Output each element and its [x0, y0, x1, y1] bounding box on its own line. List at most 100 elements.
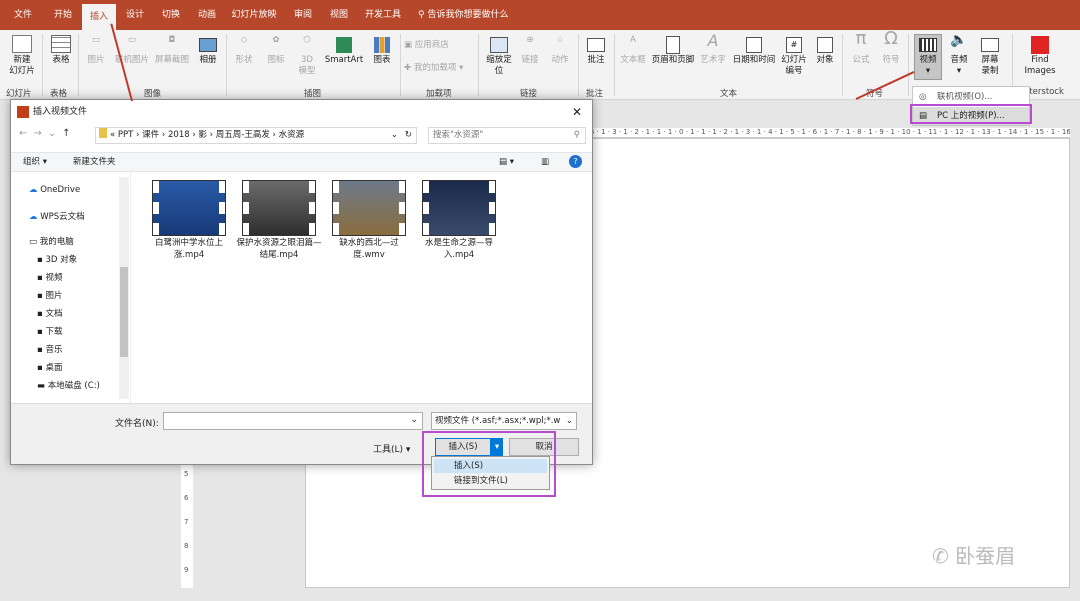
- nav-item-music[interactable]: ▪ 音乐: [37, 343, 62, 355]
- screenshot-button[interactable]: ◘ 屏幕截图: [152, 35, 192, 66]
- watermark: ✆ 卧蚕眉: [932, 544, 1016, 568]
- breadcrumb-item[interactable]: PPT: [118, 130, 133, 140]
- tab-view[interactable]: 视图: [322, 0, 356, 30]
- breadcrumb-item[interactable]: 课件: [142, 130, 159, 140]
- picture-icon: ▭: [91, 35, 101, 45]
- file-name: 缺水的西北—过度.wmv: [339, 238, 399, 260]
- tools-button[interactable]: 工具(L) ▾: [373, 442, 410, 455]
- up-arrow-icon[interactable]: ↑: [62, 128, 76, 139]
- slide-number-button[interactable]: # 幻灯片 编号: [778, 35, 810, 77]
- tell-me-box[interactable]: ⚲ 告诉我你想要做什么: [418, 0, 508, 30]
- camera-icon: ◘: [168, 35, 176, 45]
- tab-slideshow[interactable]: 幻灯片放映: [228, 0, 280, 30]
- store-button[interactable]: ▣ 应用商店: [404, 40, 464, 51]
- picture-button[interactable]: ▭ 图片: [82, 35, 110, 66]
- nav-item-onedrive[interactable]: ☁ OneDrive: [29, 185, 80, 195]
- comment-button[interactable]: 批注: [582, 35, 610, 66]
- datetime-button[interactable]: 日期和时间: [728, 35, 780, 66]
- breadcrumb-item[interactable]: 2018: [168, 130, 190, 140]
- nav-item-documents[interactable]: ▪ 文档: [37, 307, 62, 319]
- table-button[interactable]: 表格: [46, 35, 76, 66]
- nav-item-this-pc[interactable]: ▭ 我的电脑: [29, 235, 74, 247]
- nav-item-videos[interactable]: ▪ 视频: [37, 271, 62, 283]
- file-item[interactable]: 白鹭洲中学水位上涨.mp4: [145, 180, 233, 261]
- symbol-button[interactable]: Ω 符号: [878, 30, 904, 66]
- tab-review[interactable]: 审阅: [286, 0, 320, 30]
- highlight-box: [910, 104, 1032, 124]
- file-type-select[interactable]: 视频文件 (*.asf;*.asx;*.wpl;*.w ⌄: [431, 412, 577, 430]
- my-addins-button[interactable]: ✚ 我的加载项 ▾: [404, 63, 476, 74]
- nav-item-3d[interactable]: ▪ 3D 对象: [37, 253, 77, 265]
- ribbon-divider: [908, 34, 909, 96]
- screen-record-icon: [981, 38, 999, 52]
- nav-item-pictures[interactable]: ▪ 图片: [37, 289, 62, 301]
- preview-pane-icon[interactable]: ▥: [541, 153, 549, 171]
- star-icon: ☆: [556, 35, 564, 45]
- tab-home[interactable]: 开始: [46, 0, 80, 30]
- file-item[interactable]: 缺水的西北—过度.wmv: [325, 180, 413, 261]
- powerpoint-icon: [17, 106, 29, 118]
- nav-item-wps[interactable]: ☁ WPS云文档: [29, 210, 85, 222]
- chevron-down-icon[interactable]: ⌄: [391, 128, 398, 143]
- filename-input[interactable]: ⌄: [163, 412, 423, 430]
- nav-scrollbar[interactable]: [119, 177, 129, 399]
- breadcrumb-item[interactable]: 周五周-王高发: [216, 130, 270, 140]
- smartart-button[interactable]: SmartArt: [322, 35, 366, 66]
- group-label-comments: 批注: [586, 89, 604, 99]
- breadcrumb-item[interactable]: 影: [198, 130, 207, 140]
- tab-developer[interactable]: 开发工具: [360, 0, 406, 30]
- forward-arrow-icon[interactable]: →: [33, 128, 47, 139]
- ribbon-divider: [42, 34, 43, 96]
- slide-number-icon: #: [786, 37, 802, 53]
- tab-transitions[interactable]: 切换: [154, 0, 188, 30]
- nav-item-downloads[interactable]: ▪ 下载: [37, 325, 62, 337]
- file-item[interactable]: 水是生命之源—导入.mp4: [415, 180, 503, 261]
- chevron-down-icon[interactable]: ⌄: [48, 128, 62, 139]
- video-button[interactable]: 视频 ▾: [914, 34, 942, 80]
- action-button[interactable]: ☆ 动作: [546, 35, 574, 66]
- equation-button[interactable]: π 公式: [848, 30, 874, 66]
- video-thumbnail: [242, 180, 316, 236]
- tab-file[interactable]: 文件: [6, 0, 40, 30]
- close-icon[interactable]: ✕: [572, 100, 582, 124]
- new-folder-button[interactable]: 新建文件夹: [73, 153, 116, 171]
- chevron-down-icon[interactable]: ⌄: [410, 415, 418, 425]
- find-images-button[interactable]: Find Images: [1018, 35, 1062, 77]
- nav-item-desktop[interactable]: ▪ 桌面: [37, 361, 62, 373]
- vertical-ruler: 5 6 7 8 9: [181, 462, 193, 588]
- help-icon[interactable]: ?: [569, 155, 582, 168]
- file-item[interactable]: 保护水资源之眼泪篇—结尾.mp4: [235, 180, 323, 261]
- back-arrow-icon[interactable]: ←: [19, 128, 33, 139]
- group-label-tables: 表格: [50, 89, 68, 99]
- zoom-button[interactable]: 缩放定位: [482, 35, 516, 77]
- link-button[interactable]: ⊕ 链接: [516, 35, 544, 66]
- chart-button[interactable]: 图表: [368, 35, 396, 66]
- tab-design[interactable]: 设计: [118, 0, 152, 30]
- header-footer-button[interactable]: 页眉和页脚: [648, 35, 698, 66]
- object-button[interactable]: 对象: [812, 35, 838, 66]
- film-icon: [919, 38, 937, 52]
- refresh-icon[interactable]: ↻: [405, 128, 412, 143]
- organize-button[interactable]: 组织 ▾: [23, 153, 47, 171]
- scrollbar-thumb[interactable]: [120, 267, 128, 357]
- view-options-icon[interactable]: ▤ ▾: [499, 153, 514, 171]
- album-button[interactable]: 相册: [194, 35, 222, 66]
- new-slide-button[interactable]: 新建 幻灯片: [4, 35, 40, 77]
- textbox-button[interactable]: A 文本框: [618, 35, 648, 66]
- 3d-model-button[interactable]: ⬡ 3D 模型: [294, 35, 320, 77]
- shapes-button[interactable]: ◇ 形状: [230, 35, 258, 66]
- tab-animations[interactable]: 动画: [190, 0, 224, 30]
- breadcrumb-item[interactable]: 水资源: [279, 130, 305, 140]
- screen-record-button[interactable]: 屏幕 录制: [974, 35, 1006, 77]
- file-name: 水是生命之源—导入.mp4: [424, 238, 493, 260]
- wordart-button[interactable]: A 艺术字: [698, 33, 728, 66]
- audio-button[interactable]: 🔈 音频 ▾: [946, 33, 972, 77]
- search-input[interactable]: 搜索"水资源" ⚲: [428, 127, 586, 144]
- nav-item-local-disk[interactable]: ▬ 本地磁盘 (C:): [37, 379, 100, 391]
- navigation-pane: ☁ OneDrive ☁ WPS云文档 ▭ 我的电脑 ▪ 3D 对象 ▪ 视频 …: [11, 173, 131, 403]
- address-bar[interactable]: « PPT › 课件 › 2018 › 影 › 周五周-王高发 › 水资源 ⌄ …: [95, 127, 417, 144]
- drive-icon: ▬: [37, 381, 48, 391]
- icons-button[interactable]: ✿ 图标: [262, 35, 290, 66]
- group-label-addins: 加载项: [426, 89, 452, 99]
- nav-arrows: ←→⌄↑: [19, 128, 77, 139]
